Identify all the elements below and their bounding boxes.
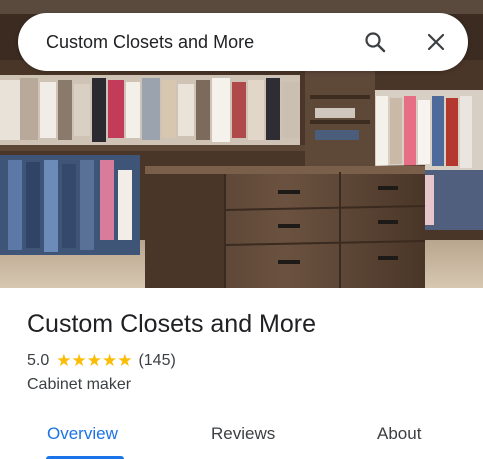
close-icon[interactable] — [420, 26, 452, 58]
tab-reviews[interactable]: Reviews — [211, 424, 275, 444]
place-details-panel: Custom Closets and More 5.0 ★★★★★ (145) … — [0, 288, 483, 459]
search-bar[interactable]: Custom Closets and More — [18, 13, 468, 71]
tab-overview[interactable]: Overview — [47, 424, 118, 444]
tab-about[interactable]: About — [377, 424, 421, 444]
place-category: Cabinet maker — [27, 376, 132, 393]
search-input[interactable]: Custom Closets and More — [46, 13, 254, 71]
review-count[interactable]: (145) — [138, 352, 175, 370]
place-title: Custom Closets and More — [27, 310, 317, 338]
star-rating-icon: ★★★★★ — [56, 351, 133, 370]
rating-value: 5.0 — [27, 352, 50, 369]
search-icon[interactable] — [359, 26, 391, 58]
rating-row[interactable]: 5.0 ★★★★★ (145) — [27, 351, 176, 371]
